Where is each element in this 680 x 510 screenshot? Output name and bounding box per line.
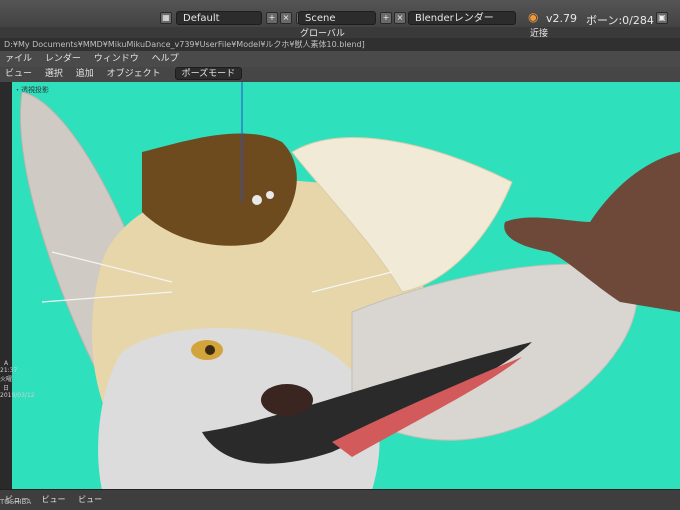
hand-shape — [504, 152, 680, 312]
close-layout-icon[interactable]: × — [280, 12, 292, 24]
close-scene-icon[interactable]: × — [394, 12, 406, 24]
header-add[interactable]: 追加 — [71, 67, 99, 82]
timeline-header: ビュー ビュー ビュー — [0, 489, 680, 510]
render-engine-label: Blenderレンダー — [415, 13, 494, 24]
menu-item-file[interactable]: ァイル — [0, 51, 37, 67]
pointing-hand — [504, 152, 680, 312]
screenshot-icon[interactable]: ▣ — [656, 12, 668, 24]
hair-patch — [142, 133, 297, 246]
screen-layout-select[interactable]: Default — [176, 11, 262, 25]
main-menu: ァイル レンダー ウィンドウ ヘルプ — [0, 51, 680, 68]
file-path: D:¥My Documents¥MMD¥MikuMikuDance_v739¥U… — [0, 38, 680, 51]
bottom-view-3[interactable]: ビュー — [73, 490, 107, 510]
os-taskbar: A 21:37 火曜日 2019/03/12 — [0, 360, 35, 480]
mode-label: ポーズモード — [181, 69, 236, 79]
header-select[interactable]: 選択 — [40, 67, 68, 82]
nose — [261, 384, 313, 416]
version-label: v2.79 — [546, 12, 578, 25]
screen-layout-icon[interactable]: ▦ — [160, 12, 172, 24]
menu-item-help[interactable]: ヘルプ — [147, 51, 184, 67]
scene-label: Scene — [305, 13, 336, 24]
tool-strip: グローバル 近接 — [0, 27, 680, 39]
bone-count-label: ボーン:0/284 — [586, 14, 654, 27]
add-layout-icon[interactable]: + — [266, 12, 278, 24]
clock-day: 火曜日 — [0, 376, 13, 392]
header-object[interactable]: オブジェクト — [102, 67, 166, 82]
header-view[interactable]: ビュー — [0, 67, 37, 82]
hair-bead — [266, 191, 274, 199]
menu-item-window[interactable]: ウィンドウ — [89, 51, 144, 67]
mode-select[interactable]: ポーズモード — [174, 67, 243, 80]
clock-time: 21:37 — [0, 367, 18, 374]
scene-select[interactable]: Scene — [298, 11, 376, 25]
render-engine-select[interactable]: Blenderレンダー — [408, 11, 516, 25]
add-scene-icon[interactable]: + — [380, 12, 392, 24]
3d-viewport[interactable]: ・透視投影 — [12, 82, 680, 490]
view3d-header: ビュー 選択 追加 オブジェクト ポーズモード — [0, 67, 680, 83]
screen-layout-label: Default — [183, 13, 220, 24]
bottom-view-2[interactable]: ビュー — [37, 490, 71, 510]
menu-item-render[interactable]: レンダー — [40, 51, 86, 67]
blender-logo-icon: ◉ — [528, 10, 539, 24]
monitor-brand: TOSHIBA — [0, 498, 32, 506]
hair-bead — [252, 195, 262, 205]
clock-date: 2019/03/12 — [0, 392, 35, 399]
ime-indicator[interactable]: A — [0, 360, 12, 367]
pupil — [205, 345, 215, 355]
screen: ▦ Default + × ◈ Scene + × Blenderレンダー ◉ … — [0, 0, 680, 510]
